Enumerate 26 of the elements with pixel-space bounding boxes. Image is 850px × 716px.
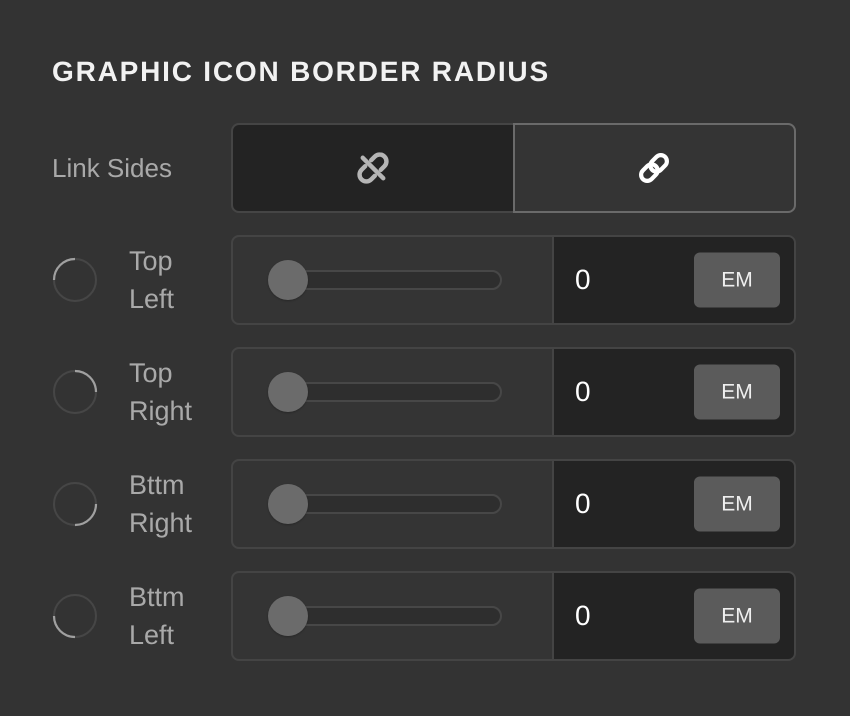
corner-radius-icon: [52, 481, 98, 527]
slider-handle[interactable]: [268, 484, 308, 524]
slider-handle[interactable]: [268, 596, 308, 636]
corner-radius-icon: [52, 257, 98, 303]
link-icon: [639, 153, 670, 183]
slider-track[interactable]: [268, 596, 502, 636]
corner-label: Bttm Left: [129, 581, 186, 652]
unit-button[interactable]: EM: [694, 252, 780, 308]
slider-handle[interactable]: [268, 372, 308, 412]
corner-radius-icon: [52, 593, 98, 639]
broken-link-icon: [358, 153, 388, 183]
slider-track[interactable]: [268, 484, 502, 524]
corner-label: Bttm Right: [129, 469, 194, 540]
slider-track[interactable]: [268, 260, 502, 300]
unit-button[interactable]: EM: [694, 364, 780, 420]
slider-track[interactable]: [268, 372, 502, 412]
unit-button[interactable]: EM: [694, 476, 780, 532]
corner-label: Top Left: [129, 245, 176, 316]
corner-radius-icon: [52, 369, 98, 415]
corner-label: Top Right: [129, 357, 194, 428]
slider-handle[interactable]: [268, 260, 308, 300]
link-sides-label: Link Sides: [52, 152, 172, 184]
unlink-button[interactable]: [231, 123, 514, 213]
panel-title: GRAPHIC ICON BORDER RADIUS: [52, 55, 550, 89]
link-button[interactable]: [512, 123, 796, 213]
unit-button[interactable]: EM: [694, 588, 780, 644]
